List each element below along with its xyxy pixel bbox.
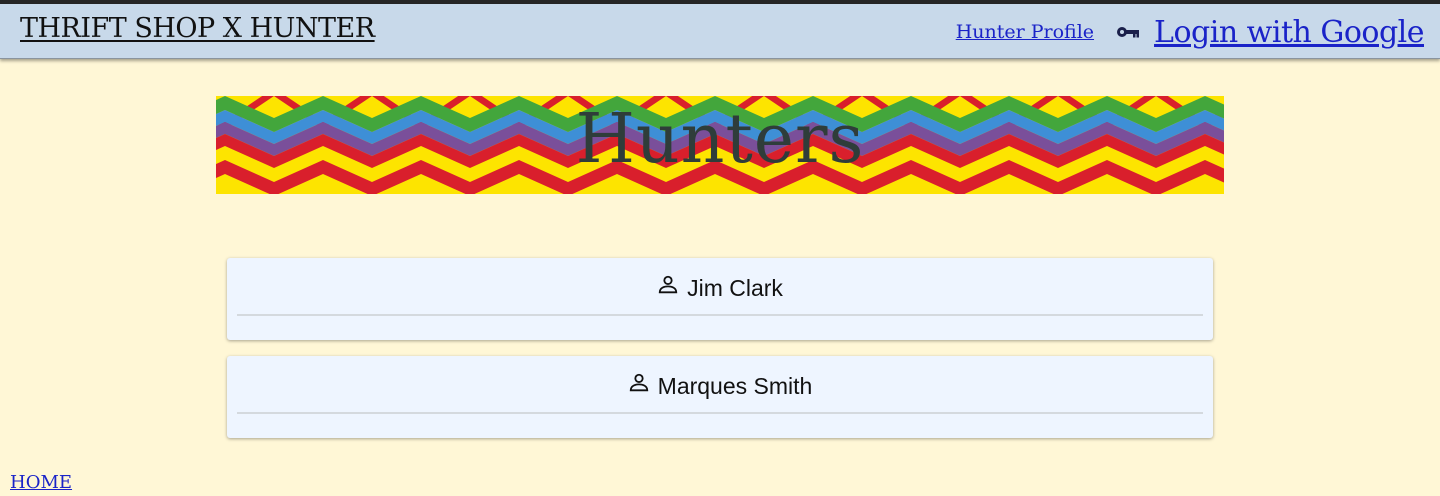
hunter-card-marques-smith[interactable]: Marques Smith: [227, 356, 1213, 438]
card-header: Marques Smith: [227, 368, 1213, 404]
brand-link[interactable]: THRIFT SHOP X HUNTER: [20, 13, 375, 44]
card-header: Jim Clark: [227, 270, 1213, 306]
login-with-google-button[interactable]: Login with Google: [1116, 15, 1424, 50]
login-with-google-link[interactable]: Login with Google: [1154, 15, 1424, 50]
person-icon: [629, 373, 648, 392]
home-link[interactable]: HOME: [10, 472, 72, 493]
card-divider: [237, 412, 1203, 414]
card-divider: [237, 314, 1203, 316]
hunter-name: Jim Clark: [687, 274, 783, 301]
navbar: THRIFT SHOP X HUNTER Hunter Profile Logi…: [0, 4, 1440, 59]
person-icon: [658, 275, 678, 294]
hunter-name: Marques Smith: [657, 372, 813, 399]
hunter-card-jim-clark[interactable]: Jim Clark: [227, 258, 1213, 340]
hunter-profile-link[interactable]: Hunter Profile: [956, 21, 1094, 43]
key-icon: [1117, 27, 1140, 38]
hunters-banner: Hunters: [216, 96, 1224, 194]
page-title: Hunters: [575, 100, 865, 179]
nav-links: Hunter Profile Login with Google: [956, 10, 1425, 54]
